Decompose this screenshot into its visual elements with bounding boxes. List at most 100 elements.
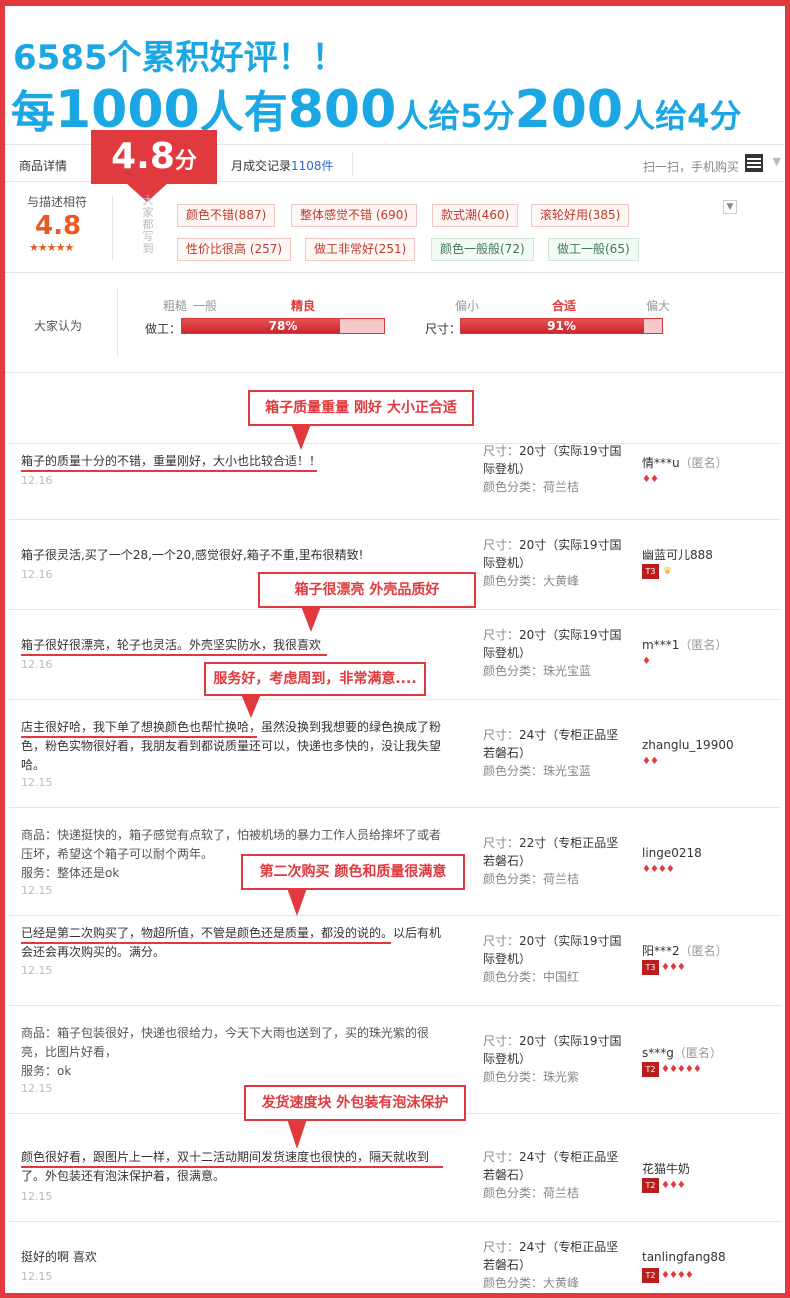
review-sku: 尺寸：20寸（实际19寸国际登机） 颜色分类：荷兰桔 [483,442,623,496]
review-row: 颜色很好看，跟图片上一样，双十二活动期间发货速度也很快的，隔天就收到了。外包装还… [9,1113,781,1221]
review-tag-negative[interactable]: 做工一般(65) [548,238,639,261]
level-badge-icon: T3 [642,564,659,579]
sku-color: 颜色分类：大黄峰 [483,1274,623,1292]
size-bar: 91% [460,318,663,334]
sku-size-key: 尺寸： [483,1034,520,1048]
workmanship-level-active: 精良 [291,299,316,313]
sku-color-key: 颜色分类： [483,872,544,886]
review-date: 12.16 [21,474,53,487]
review-sku: 尺寸：22寸（专柜正品坚若磐石） 颜色分类：荷兰桔 [483,834,623,888]
sku-color-value: 珠光宝蓝 [543,664,592,678]
rating-callout-text: 4.8分 [91,130,217,184]
tab-divider [352,153,353,175]
reviewer-username: m***1 [642,638,680,652]
credit-gem-icon: ♦♦♦ [661,962,686,973]
level-badge-icon: T2 [642,1062,659,1077]
annotation-pointer [241,694,261,718]
sku-size: 尺寸：20寸（实际19寸国际登机） [483,626,623,662]
review-tag[interactable]: 做工非常好(251) [305,238,416,261]
review-date: 12.15 [21,884,53,897]
sku-size-key: 尺寸： [483,538,520,552]
headline-part: 200 [514,80,624,140]
review-tag[interactable]: 滚轮好用(385) [531,204,630,227]
headline-part: 800 [287,80,397,140]
sku-color-value: 大黄峰 [543,574,580,588]
review-text: 店主很好哈，我下单了想换颜色也帮忙换哈，虽然没换到我想要的绿色换成了粉色，粉色实… [21,720,442,772]
reviewer-anonymous: （匿名） [679,944,728,958]
sku-color: 颜色分类：大黄峰 [483,572,623,590]
chevron-down-icon[interactable]: ▼ [773,155,781,168]
sku-size: 尺寸：20寸（实际19寸国际登机） [483,442,623,478]
reviewer-name: 阳***2（匿名） [642,942,728,959]
highlight-underline [21,1166,443,1168]
score-value: 4.8 [35,211,82,241]
sku-size-key: 尺寸： [483,444,520,458]
annotation-note: 第二次购买 颜色和质量很满意 [241,854,465,890]
reviewer-name: s***g（匿名） [642,1044,722,1061]
page: 6585个累积好评！！ 每1000人有800人给5分200人给4分 商品详情 月… [5,6,785,1293]
reviewer-anonymous: （匿名） [673,1046,722,1060]
workmanship-level: 粗糙 [163,299,188,313]
sku-color-value: 珠光宝蓝 [543,764,592,778]
sku-color-key: 颜色分类： [483,764,544,778]
expand-tags-chevron-icon[interactable]: ▼ [723,200,737,214]
reviewer-name: zhanglu_19900 [642,738,734,752]
reviewer-badges: ♦ [642,656,651,667]
tab-monthly-sales-count: 1108件 [291,159,334,173]
sku-size: 尺寸：20寸（实际19寸国际登机） [483,1032,623,1068]
credit-gem-icon: ♦♦♦♦♦ [661,1064,702,1075]
credit-gem-icon: ♦♦ [642,756,659,767]
annotation-pointer [291,424,311,450]
review-text: 箱子的质量十分的不错，重量刚好，大小也比较合适！！ [21,454,322,468]
star-rating: ★★★★★ [29,241,74,254]
credit-gem-icon: ♦♦♦♦ [642,864,675,875]
tags-vertical-label: 大家都写到 [142,194,154,255]
reviewer-badges: T2 ♦♦♦ [642,1178,686,1193]
sku-color-key: 颜色分类： [483,574,544,588]
rating-callout: 4.8分 [91,130,217,184]
reviewer-name: tanlingfang88 [642,1250,726,1264]
review-text: 商品：箱子包装很好，快递也很给力，今天下大雨也送到了，买的珠光紫的很亮，比图片好… [21,1024,451,1081]
sku-color: 颜色分类：荷兰桔 [483,1184,623,1202]
size-title: 尺寸： [425,322,462,336]
reviewer-username: s***g [642,1046,674,1060]
tab-monthly-sales[interactable]: 月成交记录1108件 [231,157,334,174]
sku-size: 尺寸：20寸（实际19寸国际登机） [483,536,623,572]
reviewer-name: 情***u（匿名） [642,454,728,471]
annotation-pointer [287,1119,307,1149]
workmanship-bar: 78% [181,318,385,334]
rating-callout-value: 4.8 [111,136,175,177]
headline-part: 每 [11,87,55,138]
review-tag[interactable]: 款式潮(460) [432,204,519,227]
workmanship-level: 一般 [193,299,218,313]
reviewer-badges: T3 ♦♦♦ [642,960,686,975]
credit-gem-icon: ♦♦♦♦ [661,1270,694,1281]
review-date: 12.16 [21,658,53,671]
size-level: 偏小 [455,299,480,313]
scan-to-buy-link[interactable]: 扫一扫，手机购买 [643,158,739,175]
review-text: 挺好的啊 喜欢 [21,1250,97,1264]
tab-product-detail[interactable]: 商品详情 [19,157,67,174]
reviewer-name: 花猫牛奶 [642,1160,690,1177]
review-tag[interactable]: 性价比很高 (257) [177,238,292,261]
sku-color-key: 颜色分类： [483,1186,544,1200]
review-tag-negative[interactable]: 颜色一般般(72) [431,238,534,261]
reviewer-badges: ♦♦ [642,756,659,767]
review-sku: 尺寸：24寸（专柜正品坚若磐石） 颜色分类：荷兰桔 [483,1148,623,1202]
sku-color: 颜色分类：荷兰桔 [483,478,623,496]
review-text-service: 服务：ok [21,1064,72,1078]
sku-color: 颜色分类：珠光宝蓝 [483,662,623,680]
review-tag[interactable]: 整体感觉不错 (690) [291,204,418,227]
opinion-section: 大家认为 粗糙 一般 精良 做工： 78% 偏小 合适 偏大 尺寸： 91% [5,273,785,373]
sku-color-value: 中国红 [543,970,580,984]
sku-size-key: 尺寸： [483,1240,520,1254]
size-level: 偏大 [646,299,671,313]
level-badge-icon: T2 [642,1178,659,1193]
rating-summary: 与描述相符 4.8 ★★★★★ 大家都写到 颜色不错(887) 整体感觉不错 (… [5,183,785,273]
review-row: 已经是第二次购买了，物超所值，不管是颜色还是质量，都没的说的。以后有机会还会再次… [9,915,781,1005]
sku-color-key: 颜色分类： [483,664,544,678]
reviewer-username: 情***u [642,456,680,470]
qr-code-icon[interactable] [745,154,763,172]
review-tag[interactable]: 颜色不错(887) [177,204,276,227]
sku-color-key: 颜色分类： [483,1276,544,1290]
